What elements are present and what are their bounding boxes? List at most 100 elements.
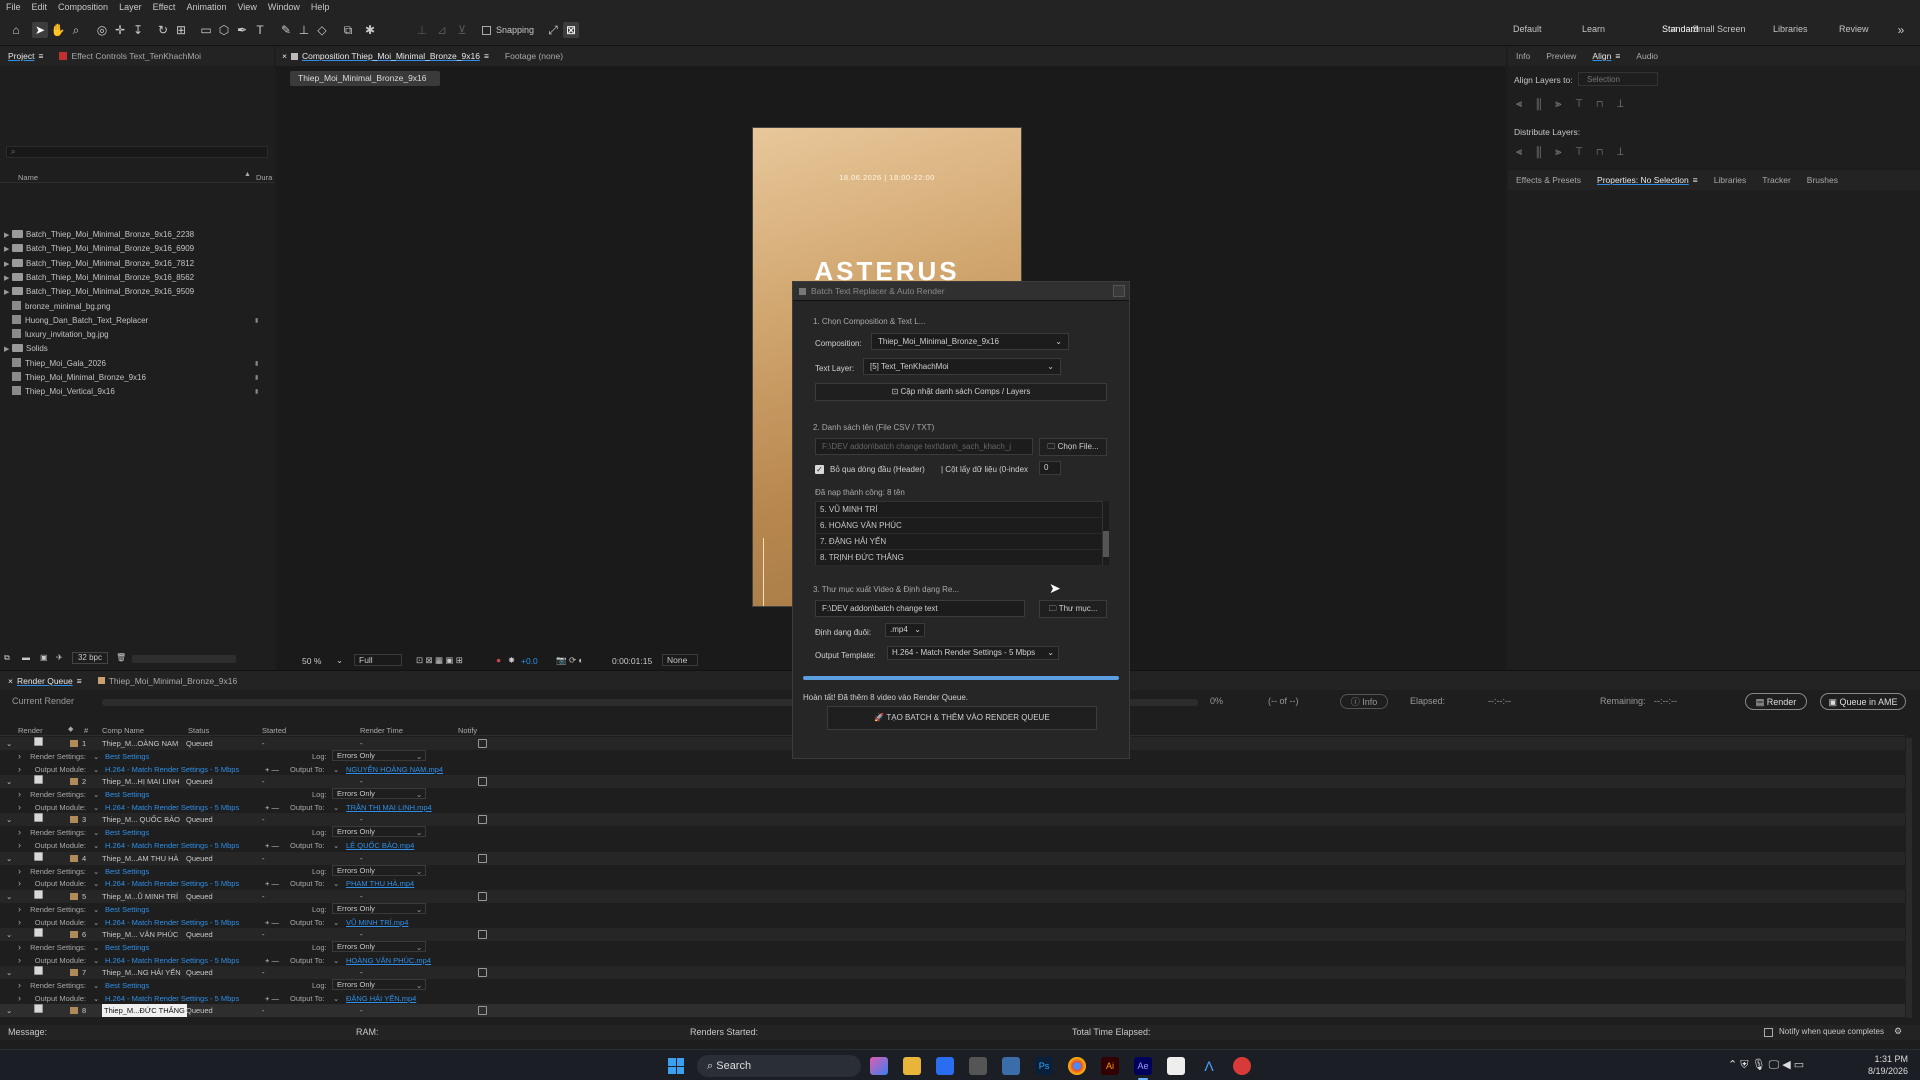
choose-file-button[interactable]: 🗀 Chọn File...: [1039, 438, 1107, 456]
chevron-down-icon[interactable]: ⌄: [93, 839, 99, 852]
names-list-item[interactable]: 6. HOÀNG VĂN PHÚC: [816, 518, 1102, 534]
brush-tool-icon[interactable]: ✎: [278, 22, 294, 38]
menu-item-animation[interactable]: Animation: [186, 2, 226, 12]
chevron-right-icon[interactable]: ›: [18, 763, 21, 776]
render-checkbox[interactable]: [34, 1004, 43, 1014]
notify-checkbox[interactable]: [478, 777, 487, 787]
queue-ame-button[interactable]: ▣ Queue in AME: [1820, 693, 1906, 710]
rq-item-comp-name[interactable]: Thiep_M...Ũ MINH TRÍ: [102, 890, 178, 903]
add-remove-output-icons[interactable]: + —: [265, 992, 279, 1005]
output-to-value[interactable]: PHẠM THU HÀ.mp4: [346, 877, 414, 890]
csv-path-field[interactable]: F:\DEV addon\batch change text\danh_sach…: [815, 438, 1033, 455]
output-module-value[interactable]: H.264 - Match Render Settings - 5 Mbps: [105, 839, 239, 852]
names-list-item[interactable]: 8. TRỊNH ĐỨC THẮNG: [816, 550, 1102, 566]
project-item[interactable]: ▶ Batch_Thiep_Moi_Minimal_Bronze_9x16_690…: [0, 242, 272, 256]
type-tool-icon[interactable]: T: [252, 22, 268, 38]
puppet-tool-icon[interactable]: ✱: [362, 22, 378, 38]
chevron-down-icon[interactable]: ⌄: [93, 941, 99, 954]
output-to-value[interactable]: TRẦN THỊ MAI LINH.mp4: [346, 801, 432, 814]
add-remove-output-icons[interactable]: + —: [265, 763, 279, 776]
chevron-down-icon[interactable]: ⌄: [93, 992, 99, 1005]
app-icon-10[interactable]: Λ: [1200, 1057, 1218, 1075]
output-module-value[interactable]: H.264 - Match Render Settings - 5 Mbps: [105, 877, 239, 890]
home-icon[interactable]: ⌂: [8, 22, 24, 38]
output-folder-button[interactable]: 🗀 Thư mục...: [1039, 600, 1107, 618]
workspace-menu-icon[interactable]: ≡: [1671, 24, 1676, 34]
label-color-icon[interactable]: [70, 892, 78, 900]
timecode[interactable]: 0:00:01:15: [612, 656, 652, 666]
menu-item-window[interactable]: Window: [268, 2, 300, 12]
chevron-right-icon[interactable]: ▶: [4, 258, 12, 272]
add-remove-output-icons[interactable]: + —: [265, 954, 279, 967]
output-module-value[interactable]: H.264 - Match Render Settings - 5 Mbps: [105, 992, 239, 1005]
render-settings-value[interactable]: Best Settings: [105, 826, 149, 839]
illustrator-icon[interactable]: Ai: [1101, 1057, 1119, 1075]
dialog-titlebar[interactable]: Batch Text Replacer & Auto Render: [793, 282, 1129, 301]
chevron-right-icon[interactable]: ›: [18, 941, 21, 954]
chevron-down-icon[interactable]: ⌄: [333, 992, 339, 1005]
notify-checkbox[interactable]: [478, 891, 487, 901]
tab-effects-presets[interactable]: Effects & Presets: [1508, 170, 1589, 190]
align-icons[interactable]: ⫷⫼⫸⊤⊓⊥: [1516, 98, 1638, 111]
rq-item-comp-name[interactable]: Thiep_M...HỊ MAI LINH: [102, 775, 180, 788]
more-workspaces-icon[interactable]: »: [1893, 22, 1909, 38]
label-color-icon[interactable]: [70, 740, 78, 747]
distribute-icons[interactable]: ⫷⫼⫸⊤⊓⊥: [1516, 146, 1638, 159]
rq-col-#[interactable]: #: [84, 726, 88, 735]
chevron-down-icon[interactable]: ⌄: [93, 877, 99, 890]
anchor-tool-icon[interactable]: ⊞: [173, 22, 189, 38]
log-select[interactable]: Errors Only: [332, 826, 426, 838]
current-render-label[interactable]: Current Render: [12, 696, 74, 706]
chevron-down-icon[interactable]: ⌄: [6, 813, 12, 826]
label-tag-icon[interactable]: ◆: [68, 725, 73, 733]
after-effects-icon[interactable]: Ae: [1134, 1057, 1152, 1075]
rq-scrollbar[interactable]: [1906, 738, 1912, 1018]
snapping-checkbox[interactable]: [482, 26, 491, 35]
notify-checkbox[interactable]: [478, 968, 487, 978]
rq-item-comp-name[interactable]: Thiep_M...AM THU HÀ: [102, 852, 179, 865]
project-item[interactable]: Thiep_Moi_Vertical_9x16 ▮: [0, 385, 272, 399]
output-module-value[interactable]: H.264 - Match Render Settings - 5 Mbps: [105, 763, 239, 776]
chevron-right-icon[interactable]: ›: [18, 877, 21, 890]
chevron-down-icon[interactable]: ⌄: [6, 966, 12, 979]
chevron-down-icon[interactable]: ⌄: [6, 1004, 12, 1017]
workspace-default[interactable]: Default: [1513, 24, 1542, 34]
tab-info[interactable]: Info: [1508, 46, 1538, 66]
template-select[interactable]: H.264 - Match Render Settings - 5 Mbps ⌄: [887, 646, 1059, 660]
label-color-icon[interactable]: [70, 854, 78, 862]
snap-option-icon[interactable]: ⤢: [545, 22, 561, 38]
hand-tool-icon[interactable]: ✋: [50, 22, 66, 38]
label-color-icon[interactable]: [70, 1007, 78, 1015]
rq-item-comp-name[interactable]: Thiep_M... VĂN PHÚC: [102, 928, 178, 941]
selection-tool-icon[interactable]: ➤: [32, 22, 48, 38]
log-select[interactable]: Errors Only: [332, 941, 426, 952]
chevron-down-icon[interactable]: ⌄: [333, 763, 339, 776]
chevron-down-icon[interactable]: ⌄: [6, 852, 12, 865]
output-module-value[interactable]: H.264 - Match Render Settings - 5 Mbps: [105, 916, 239, 929]
output-to-value[interactable]: LÊ QUỐC BẢO.mp4: [346, 839, 414, 852]
rq-item[interactable]: ⌄ 2 Thiep_M...HỊ MAI LINH Queued - -: [0, 775, 1905, 789]
menu-item-view[interactable]: View: [237, 2, 256, 12]
rectangle-tool-icon[interactable]: ▭: [198, 22, 214, 38]
app-icon-4[interactable]: [969, 1057, 987, 1075]
render-settings-value[interactable]: Best Settings: [105, 903, 149, 916]
notify-checkbox[interactable]: [478, 739, 487, 748]
chevron-right-icon[interactable]: ›: [18, 826, 21, 839]
notify-checkbox[interactable]: [478, 815, 487, 825]
menu-item-composition[interactable]: Composition: [58, 2, 108, 12]
rq-col-render[interactable]: Render: [18, 726, 43, 735]
format-select[interactable]: .mp4 ⌄: [885, 623, 925, 637]
chevron-down-icon[interactable]: ⌄: [6, 890, 12, 903]
chevron-down-icon[interactable]: ⌄: [6, 775, 12, 788]
tab-audio[interactable]: Audio: [1628, 46, 1666, 66]
chrome-icon[interactable]: [1068, 1057, 1086, 1075]
dolly-tool-icon[interactable]: ↧: [130, 22, 146, 38]
chevron-down-icon[interactable]: ⌄: [93, 954, 99, 967]
zoom-value[interactable]: 50 %: [302, 656, 321, 666]
new-comp-icon[interactable]: ▣: [40, 653, 48, 662]
notify-checkbox[interactable]: [478, 930, 487, 939]
notify-icon[interactable]: ⚙: [1894, 1026, 1902, 1037]
chevron-right-icon[interactable]: ›: [18, 903, 21, 916]
menu-item-effect[interactable]: Effect: [153, 2, 176, 12]
chevron-down-icon[interactable]: ⌄: [6, 737, 12, 750]
